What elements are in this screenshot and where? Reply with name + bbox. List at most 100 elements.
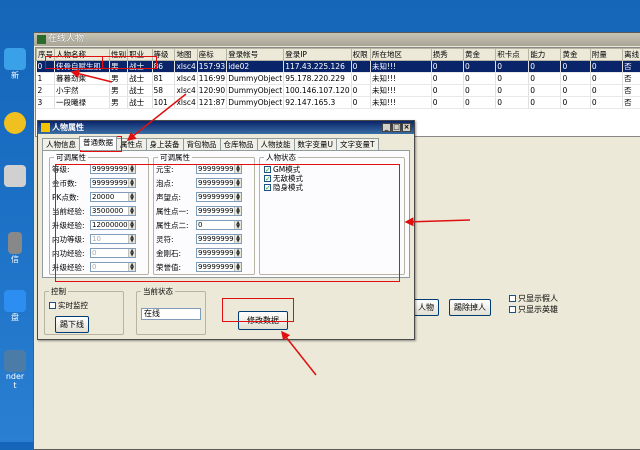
tab-4[interactable]: 背包物品 (183, 138, 221, 150)
kick-fake-button[interactable]: 踢除掉人 (449, 299, 491, 316)
table-cell: 0 (464, 61, 496, 73)
only-hero-checkbox[interactable]: 只显示英雄 (509, 304, 558, 315)
table-cell: 0 (590, 61, 622, 73)
desktop-icon-6[interactable]: nder t (0, 350, 30, 390)
table-cell: 未知!!! (371, 73, 432, 85)
table-cell: 0 (529, 61, 561, 73)
group-title: 可调属性 (54, 152, 88, 163)
highlight-modify-button (222, 298, 294, 322)
dialog-titlebar[interactable]: 人物属性 _ □ × (38, 121, 414, 134)
table-cell: 0 (431, 73, 463, 85)
control-group: 控制 实时监控 踢下线 (44, 291, 124, 335)
kick-offline-button[interactable]: 踢下线 (55, 316, 89, 333)
table-cell: 100.146.107.120 (284, 85, 351, 97)
checkbox[interactable] (49, 302, 56, 309)
group-title: 控制 (49, 286, 68, 297)
column-header[interactable]: 登录帐号 (227, 49, 284, 61)
table-cell: 120:90 (197, 85, 226, 97)
close-icon[interactable]: × (402, 123, 411, 132)
dialog-title: 人物属性 (52, 123, 84, 132)
table-cell: 0 (431, 97, 463, 109)
table-row[interactable]: 3一段曦禄男战士101xlsc4121:87DummyObject92.147.… (37, 97, 640, 109)
table-cell: 0 (529, 73, 561, 85)
app-icon (37, 35, 46, 44)
maximize-icon[interactable]: □ (392, 123, 401, 132)
table-row[interactable]: 1暮暮劲乘男战士81xlsc4116:99DummyObject95.178.2… (37, 73, 640, 85)
column-header[interactable]: 黄金 (464, 49, 496, 61)
table-row[interactable]: 2小宇然男战士58xlsc4120:90DummyObject100.146.1… (37, 85, 640, 97)
table-cell: 未知!!! (371, 97, 432, 109)
desktop-icon-5[interactable]: 盘 (0, 290, 30, 323)
table-cell: 0 (529, 97, 561, 109)
table-cell: 0 (431, 61, 463, 73)
desktop-icon-3[interactable] (0, 165, 30, 187)
person-button[interactable]: 人物 (413, 299, 439, 316)
desktop-icon-1[interactable]: 新 (0, 48, 30, 81)
checkbox[interactable] (509, 306, 516, 313)
tab-3[interactable]: 身上装备 (146, 138, 184, 150)
table-cell: DummyObject (227, 73, 284, 85)
only-fake-checkbox[interactable]: 只显示假人 (509, 293, 558, 304)
minimize-icon[interactable]: _ (382, 123, 391, 132)
table-cell: 战士 (128, 85, 152, 97)
table-cell: 1 (37, 73, 55, 85)
table-cell: xlsc4 (175, 85, 197, 97)
column-header[interactable]: 离线 (623, 49, 640, 61)
table-cell: 否 (623, 61, 640, 73)
column-header[interactable]: 损秀 (431, 49, 463, 61)
table-cell: 战士 (128, 97, 152, 109)
table-cell: 未知!!! (371, 85, 432, 97)
table-cell: DummyObject (227, 97, 284, 109)
table-cell: 81 (152, 73, 175, 85)
table-cell: 121:87 (197, 97, 226, 109)
table-cell: 战士 (128, 73, 152, 85)
table-cell: 0 (351, 85, 370, 97)
table-cell: 2 (37, 85, 55, 97)
column-header[interactable]: 能力 (529, 49, 561, 61)
table-cell: xlsc4 (175, 97, 197, 109)
window-titlebar[interactable]: 在线人物 (34, 33, 640, 46)
app-icon (4, 350, 26, 372)
checkbox[interactable] (509, 295, 516, 302)
table-cell: 0 (590, 73, 622, 85)
table-cell: 0 (351, 73, 370, 85)
only-hero-label: 只显示英雄 (518, 305, 558, 314)
app-icon (4, 48, 26, 70)
table-cell: 男 (110, 85, 128, 97)
table-cell: DummyObject (227, 85, 284, 97)
column-header[interactable]: 地图 (175, 49, 197, 61)
tab-6[interactable]: 人物技能 (257, 138, 295, 150)
group-title: 当前状态 (141, 286, 175, 297)
column-header[interactable]: 权限 (351, 49, 370, 61)
table-cell: 未知!!! (371, 61, 432, 73)
tab-0[interactable]: 人物信息 (42, 138, 80, 150)
column-header[interactable]: 登录IP (284, 49, 351, 61)
table-cell: ide02 (227, 61, 284, 73)
current-state-field: 在线 (141, 308, 201, 320)
column-header[interactable]: 座标 (197, 49, 226, 61)
tab-1[interactable]: 普通数据 (79, 136, 117, 150)
table-cell: 116:99 (197, 73, 226, 85)
table-cell: 0 (496, 73, 529, 85)
table-cell: 小宇然 (55, 85, 110, 97)
highlight-attributes-panel (55, 164, 400, 282)
column-header[interactable]: 附量 (590, 49, 622, 61)
column-header[interactable]: 所在地区 (371, 49, 432, 61)
app-icon (4, 165, 26, 187)
tab-8[interactable]: 文字变量T (336, 138, 379, 150)
table-cell: 0 (464, 73, 496, 85)
realtime-monitor-checkbox[interactable]: 实时监控 (49, 300, 88, 311)
table-cell: 101 (152, 97, 175, 109)
column-header[interactable]: 黄金 (561, 49, 590, 61)
tab-5[interactable]: 仓库物品 (220, 138, 258, 150)
tab-7[interactable]: 数字变量U (294, 138, 338, 150)
table-cell: 0 (561, 61, 590, 73)
column-header[interactable]: 积卡点 (496, 49, 529, 61)
table-cell: xlsc4 (175, 73, 197, 85)
table-cell: 0 (590, 97, 622, 109)
table-cell: 0 (464, 85, 496, 97)
table-cell: 95.178.220.229 (284, 73, 351, 85)
table-cell: 3 (37, 97, 55, 109)
desktop-icon-4[interactable]: 信 (0, 232, 30, 265)
desktop-icon-2[interactable] (0, 112, 30, 134)
